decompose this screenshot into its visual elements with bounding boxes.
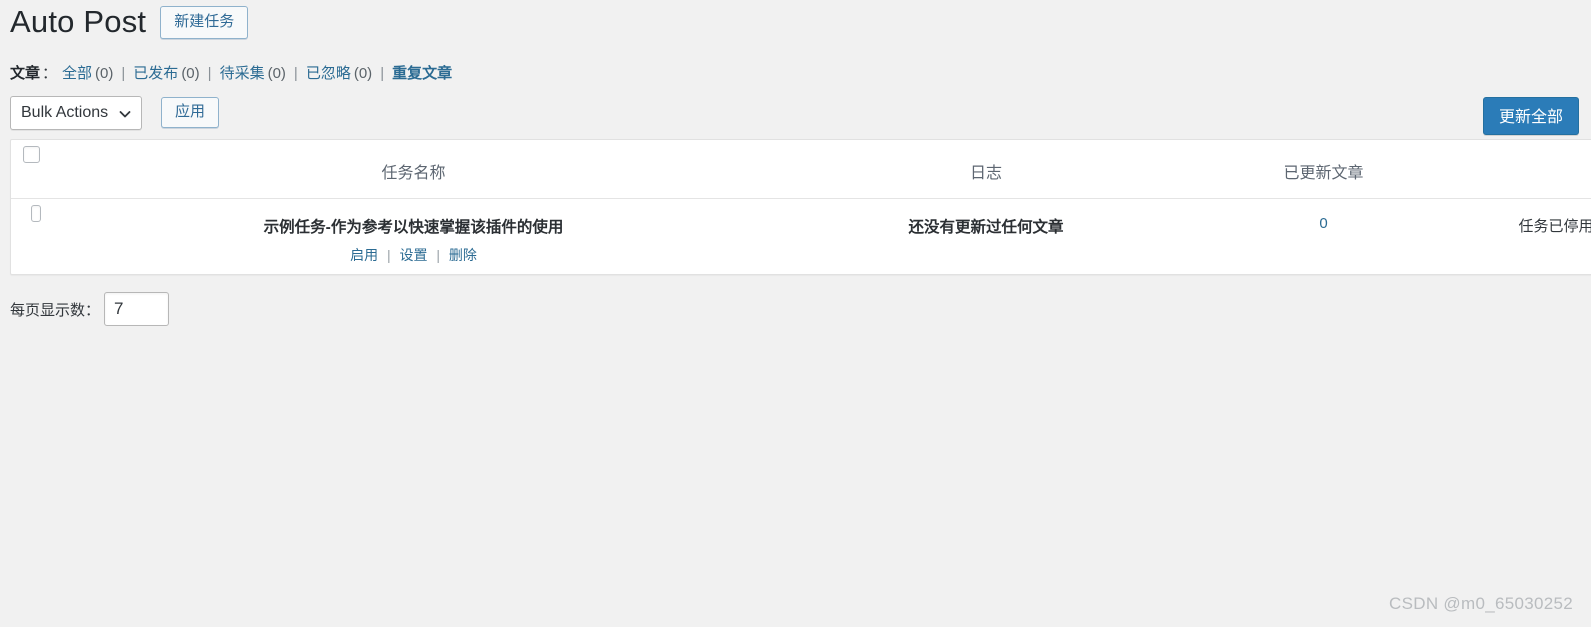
- filter-link-duplicate[interactable]: 重复文章: [392, 62, 452, 83]
- table-nav-top: Bulk Actions 应用 更新全部: [10, 96, 1591, 135]
- filter-count-ignored: (0): [353, 65, 373, 82]
- filter-group-label: 文章: [10, 65, 41, 82]
- filter-separator: |: [293, 65, 298, 82]
- filter-link-published[interactable]: 已发布: [133, 62, 178, 83]
- task-title: 示例任务-作为参考以快速掌握该插件的使用: [263, 219, 564, 236]
- row-actions: 启用 | 设置 | 删除: [41, 245, 786, 265]
- filter-separator: |: [380, 65, 385, 82]
- filter-colon: ：: [42, 65, 58, 82]
- row-checkbox[interactable]: [31, 205, 41, 222]
- cell-updated-posts: 0: [1186, 199, 1461, 232]
- table-header-row: 任务名称 日志 已更新文章: [11, 140, 1591, 199]
- filter-count-published: (0): [181, 65, 200, 82]
- table-row: 示例任务-作为参考以快速掌握该插件的使用 启用 | 设置 | 删除 还没有更新过…: [11, 199, 1591, 274]
- bulk-actions-select[interactable]: Bulk Actions: [10, 96, 142, 130]
- cell-status: 任务已停用: [1461, 199, 1591, 236]
- row-action-separator: |: [386, 247, 391, 263]
- tasks-table: 任务名称 日志 已更新文章 示例任务-作为参考以快速掌握该插件的使用 启用 | …: [10, 139, 1591, 275]
- apply-button[interactable]: 应用: [161, 97, 220, 128]
- column-header-status: [1461, 140, 1591, 159]
- bulk-actions-selected-value: Bulk Actions: [21, 104, 109, 121]
- update-all-button[interactable]: 更新全部: [1483, 97, 1580, 135]
- page-header: Auto Post 新建任务: [10, 0, 249, 44]
- log-text: 还没有更新过任何文章: [908, 219, 1064, 236]
- row-select-cell: [11, 199, 41, 222]
- csdn-watermark: CSDN @m0_65030252: [1389, 594, 1573, 613]
- select-all-checkbox[interactable]: [23, 146, 40, 163]
- cell-log: 还没有更新过任何文章: [786, 199, 1186, 237]
- per-page-control: 每页显示数：: [10, 292, 170, 326]
- page-title: Auto Post: [10, 3, 147, 39]
- filter-separator: |: [121, 65, 126, 82]
- filter-separator: |: [207, 65, 212, 82]
- column-header-log[interactable]: 日志: [786, 140, 1186, 183]
- per-page-label: 每页显示数：: [10, 301, 101, 319]
- updated-posts-link[interactable]: 0: [1319, 215, 1327, 232]
- row-action-enable[interactable]: 启用: [350, 247, 378, 263]
- chevron-down-icon: [119, 107, 131, 119]
- cell-task-name: 示例任务-作为参考以快速掌握该插件的使用 启用 | 设置 | 删除: [41, 199, 786, 265]
- column-header-task-name[interactable]: 任务名称: [41, 140, 786, 183]
- filter-count-all: (0): [95, 65, 114, 82]
- column-header-updated-posts[interactable]: 已更新文章: [1186, 140, 1461, 183]
- filter-count-pending: (0): [267, 65, 286, 82]
- article-filter-links: 文章 ： 全部 (0) | 已发布 (0) | 待采集 (0) | 已忽略 (0…: [10, 62, 452, 83]
- status-badge: 任务已停用: [1518, 218, 1591, 235]
- row-action-separator: |: [436, 247, 441, 263]
- row-action-settings[interactable]: 设置: [400, 247, 428, 263]
- filter-link-pending[interactable]: 待采集: [220, 62, 265, 83]
- new-task-button[interactable]: 新建任务: [160, 5, 249, 39]
- per-page-input[interactable]: [104, 292, 170, 326]
- filter-link-all[interactable]: 全部: [62, 62, 92, 83]
- filter-link-ignored[interactable]: 已忽略: [306, 62, 351, 83]
- select-all-cell: [11, 140, 41, 163]
- row-action-delete[interactable]: 删除: [449, 247, 477, 263]
